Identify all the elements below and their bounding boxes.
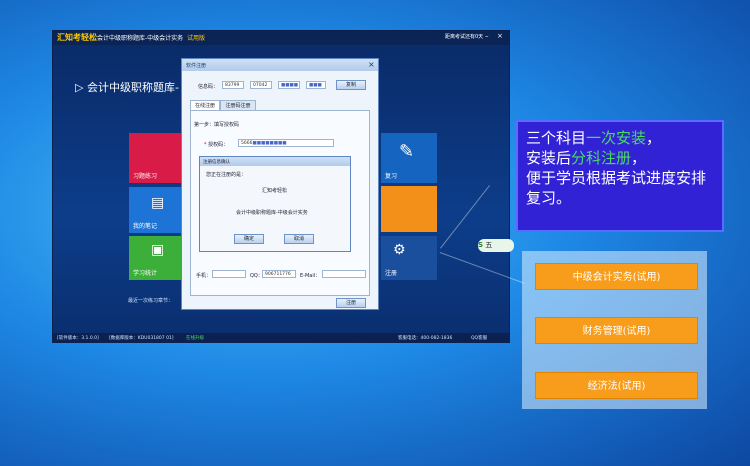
- promo-line-3: 便于学员根据考试进度安排: [526, 169, 707, 187]
- tile-notes[interactable]: ▤ 我的笔记: [129, 187, 189, 233]
- bank-title: ▷ 会计中级职称题库-: [75, 81, 179, 94]
- tile-review[interactable]: ✎ 复习: [381, 133, 437, 183]
- confirm-dialog-title: 注册信息确认: [203, 160, 230, 165]
- confirm-product: 会计中级职称题库-中级会计实务: [236, 210, 308, 216]
- info-code-label: 信息码：: [198, 84, 219, 90]
- tile-orange[interactable]: [381, 186, 437, 232]
- close-icon[interactable]: ×: [368, 60, 375, 69]
- tab-online-register[interactable]: 在线注册: [190, 100, 220, 110]
- stats-icon: ▣: [151, 242, 165, 258]
- confirm-ok-button[interactable]: 确定: [234, 234, 264, 244]
- qq-label: QQ：: [250, 273, 263, 279]
- auth-code-label: * 授权码：: [204, 142, 229, 148]
- upgrade-link[interactable]: 在线升级: [186, 335, 204, 341]
- app-title: 汇知考轻松: [57, 33, 97, 42]
- info-code-4: ■■■: [306, 81, 326, 89]
- phone-label: 手机：: [196, 273, 212, 279]
- support-phone: 客服电话：400-082-1836: [398, 336, 453, 341]
- confirm-dialog-header: 注册信息确认: [200, 157, 350, 166]
- copy-button[interactable]: 复制: [336, 80, 366, 90]
- promo-box: 三个科目一次安装， 安装后分科注册， 便于学员根据考试进度安排 复习。: [516, 120, 724, 232]
- subject-button-law[interactable]: 经济法(试用): [535, 372, 698, 399]
- subject-button-finance[interactable]: 财务管理(试用): [535, 317, 698, 344]
- register-button[interactable]: 注册: [336, 298, 366, 308]
- software-version: [软件版本：3.1.0.0]: [57, 336, 99, 341]
- minimize-icon[interactable]: –: [485, 32, 489, 40]
- info-code-2: 07042: [250, 81, 272, 89]
- email-input[interactable]: [322, 270, 366, 278]
- title-bar: 汇知考轻松 会计中级职称题库-中级会计实务 试用版 距离考试还有0天 – ×: [53, 31, 509, 45]
- phone-input[interactable]: [212, 270, 246, 278]
- notes-icon: ▤: [151, 195, 165, 211]
- step1-label: 第一步：填写授权码: [194, 122, 240, 128]
- subject-button-accounting[interactable]: 中级会计实务(试用): [535, 263, 698, 290]
- promo-line-2: 安装后分科注册，: [526, 149, 647, 167]
- qq-support[interactable]: QQ客服: [471, 335, 487, 341]
- exam-countdown: 距离考试还有0天: [445, 34, 484, 40]
- info-code-3: ■■■■: [278, 81, 300, 89]
- confirm-company: 汇知考轻松: [262, 188, 288, 194]
- confirm-cancel-button[interactable]: 取消: [284, 234, 314, 244]
- window-subtitle: 会计中级职称题库-中级会计实务 试用版: [97, 35, 206, 42]
- edit-icon: ✎: [399, 141, 415, 162]
- confirm-dialog: 注册信息确认 您正在注册的是： 汇知考轻松 会计中级职称题库-中级会计实务 确定…: [199, 156, 351, 252]
- gear-icon: ⚙: [393, 242, 406, 258]
- promo-line-4: 复习。: [526, 189, 572, 207]
- logo-badge: S 五: [478, 239, 514, 252]
- tile-practice[interactable]: 习题练习: [129, 133, 189, 183]
- promo-line-1: 三个科目一次安装，: [526, 129, 662, 147]
- register-dialog-title: 软件注册: [186, 63, 207, 69]
- confirm-prompt: 您正在注册的是：: [206, 172, 247, 178]
- db-version: [数据库版本：KDU031807 01]: [109, 336, 174, 341]
- last-practice: 最近一次练习章节：: [128, 298, 174, 304]
- info-code-1: 83799: [222, 81, 244, 89]
- status-bar: [软件版本：3.1.0.0] [数据库版本：KDU031807 01] 在线升级…: [53, 333, 509, 343]
- tile-register[interactable]: ⚙ 注册: [381, 236, 437, 280]
- email-label: E-Mail：: [300, 273, 321, 279]
- subjects-panel: 中级会计实务(试用) 财务管理(试用) 经济法(试用): [522, 251, 707, 409]
- register-dialog-header: 软件注册 ×: [182, 59, 378, 71]
- tile-stats[interactable]: ▣ 学习统计: [129, 236, 189, 280]
- tab-code-register[interactable]: 注册码注册: [220, 100, 256, 110]
- close-icon[interactable]: ×: [497, 32, 503, 40]
- auth-code-input[interactable]: 5666■■■■■■■■: [238, 139, 334, 147]
- qq-input[interactable]: 906711776: [262, 270, 296, 278]
